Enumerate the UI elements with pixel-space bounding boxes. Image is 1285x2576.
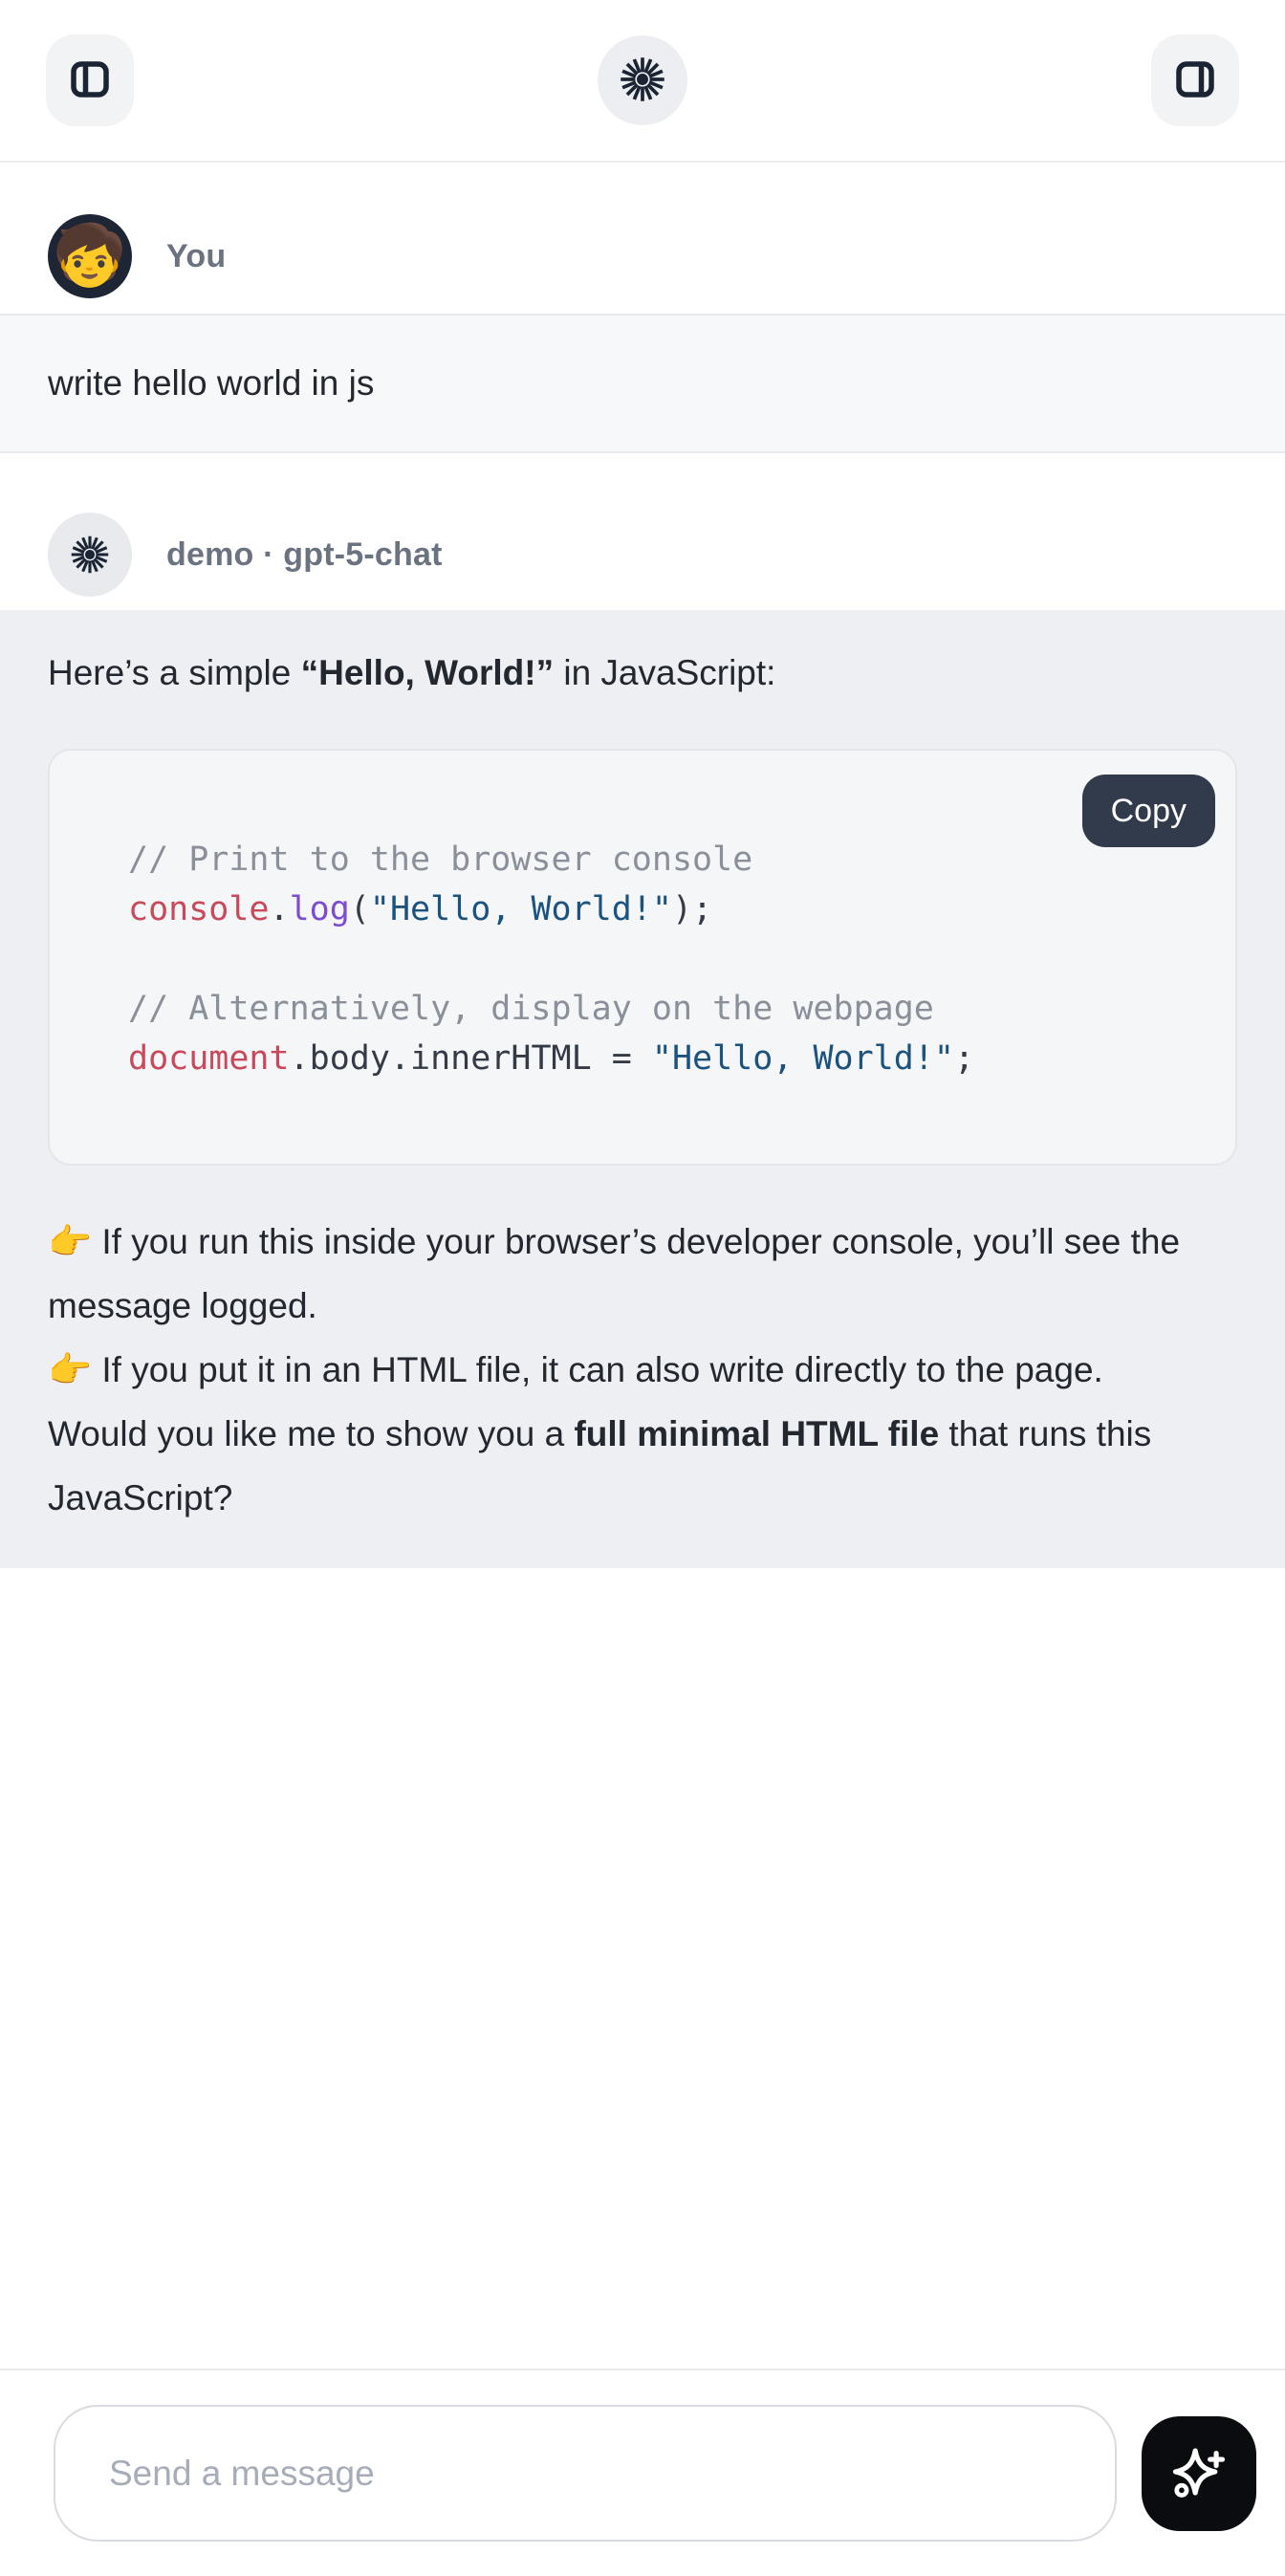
user-role-row: 🧒 You: [0, 214, 1285, 298]
top-bar: [0, 0, 1285, 163]
code-block: Copy // Print to the browser consolecons…: [48, 749, 1237, 1166]
panel-right-icon: [1172, 56, 1218, 105]
right-panel-toggle-button[interactable]: [1151, 34, 1239, 126]
assistant-intro-text: Here’s a simple “Hello, World!” in JavaS…: [48, 641, 1237, 705]
user-sender-label: You: [166, 238, 226, 275]
assistant-role-row: demo · gpt-5-chat: [0, 513, 1285, 597]
assistant-closing-question: Would you like me to show you a full min…: [48, 1402, 1237, 1530]
user-message-text: write hello world in js: [48, 363, 374, 403]
assistant-tip-paragraphs: 👉 If you run this inside your browser’s …: [48, 1210, 1237, 1402]
code-line: // Alternatively, display on the webpage: [128, 984, 1197, 1034]
starburst-icon: [69, 534, 111, 576]
code-line: document.body.innerHTML = "Hello, World!…: [128, 1034, 1197, 1083]
user-avatar: 🧒: [48, 214, 132, 298]
code-content: // Print to the browser consoleconsole.l…: [50, 751, 1235, 1164]
assistant-tip-2: 👉 If you put it in an HTML file, it can …: [48, 1338, 1237, 1402]
chat-app: 🧒 You write hello world in js: [0, 0, 1285, 2576]
copy-button[interactable]: Copy: [1082, 775, 1215, 847]
message-input[interactable]: [54, 2405, 1117, 2542]
code-line: // Print to the browser console: [128, 835, 1197, 884]
starburst-icon: [618, 55, 667, 107]
sparkles-icon: [1169, 2442, 1229, 2504]
user-avatar-emoji: 🧒: [53, 227, 126, 286]
assistant-tip-1: 👉 If you run this inside your browser’s …: [48, 1210, 1237, 1338]
assistant-sender-label: demo · gpt-5-chat: [166, 536, 443, 574]
code-line: [128, 934, 1197, 984]
send-button[interactable]: [1142, 2416, 1256, 2531]
assistant-avatar: [48, 513, 132, 597]
sidebar-toggle-button[interactable]: [46, 34, 134, 126]
assistant-message: Here’s a simple “Hello, World!” in JavaS…: [0, 610, 1285, 1568]
composer-bar: [0, 2369, 1285, 2576]
user-message: write hello world in js: [0, 314, 1285, 453]
panel-left-icon: [67, 56, 113, 105]
code-line: console.log("Hello, World!");: [128, 884, 1197, 934]
model-menu-button[interactable]: [598, 35, 687, 125]
